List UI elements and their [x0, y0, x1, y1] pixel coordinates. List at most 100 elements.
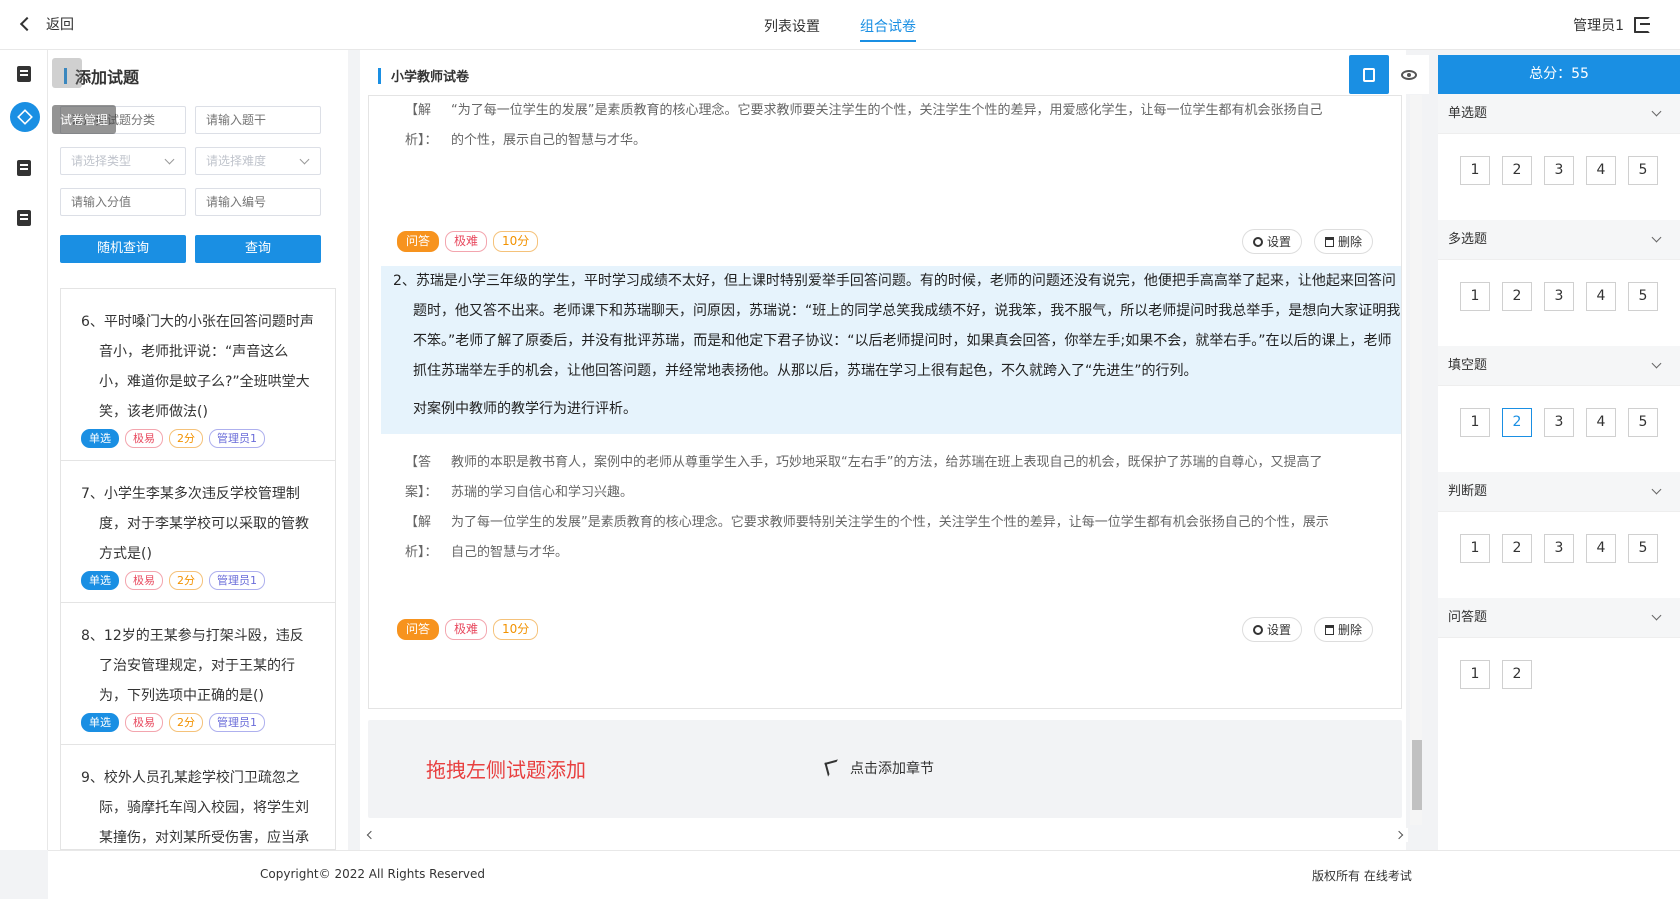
scroll-right-icon[interactable] — [1394, 830, 1404, 840]
card-actions: 设置 删除 — [1241, 229, 1373, 254]
rights-text: 版权所有 在线考试 — [1312, 869, 1412, 883]
random-query-button[interactable]: 随机查询 — [60, 235, 186, 263]
settings-button[interactable]: 设置 — [1241, 229, 1302, 254]
question-number[interactable]: 1 — [1460, 660, 1490, 689]
sidebar-item-questions[interactable] — [12, 62, 36, 86]
question-number[interactable]: 3 — [1544, 408, 1574, 437]
document-icon — [17, 66, 31, 82]
question-navigator: 总分：55 单选题 1 2 3 4 5 多选题 1 2 3 4 5 填空题 1 … — [1438, 55, 1680, 850]
section-fill-blank[interactable]: 填空题 — [1438, 346, 1680, 386]
query-button[interactable]: 查询 — [195, 235, 321, 263]
vertical-scroll-thumb[interactable] — [1412, 740, 1422, 810]
question-number[interactable]: 3 — [1544, 282, 1574, 311]
question-number[interactable]: 4 — [1586, 156, 1616, 185]
paper-content: 【解析】： “为了每一位学生的发展”是素质教育的核心理念。它要求教师要关注学生的… — [368, 95, 1402, 709]
number-grid: 1 2 3 4 5 — [1460, 408, 1658, 437]
question-number[interactable]: 1 — [1460, 534, 1490, 563]
back-button[interactable]: 返回 — [19, 14, 74, 34]
footer: Copyright© 2022 All Rights Reserved 版权所有… — [48, 850, 1680, 899]
question-tags: 单选 极易 2分 管理员1 — [81, 571, 315, 590]
stem-input[interactable] — [195, 106, 321, 134]
top-bar: 返回 列表设置 组合试卷 管理员1 — [0, 0, 1680, 50]
number-grid: 1 2 3 4 5 — [1460, 534, 1658, 563]
question-tags: 单选 极易 2分 管理员1 — [81, 713, 315, 732]
author-tag: 管理员1 — [209, 429, 265, 448]
type-select[interactable]: 请选择类型 — [60, 147, 186, 175]
list-item[interactable]: 6、平时嗓门大的小张在回答问题时声音小，老师批评说：“声音这么小，难道你是蚊子么… — [61, 289, 335, 461]
question-number[interactable]: 2 — [1502, 534, 1532, 563]
title-bar-accent — [378, 67, 381, 84]
scroll-left-icon[interactable] — [366, 830, 376, 840]
trash-icon — [1324, 236, 1334, 247]
number-input[interactable] — [195, 188, 321, 216]
question-number[interactable]: 2 — [1502, 282, 1532, 311]
card-footer: 问答 极难 10分 设置 删除 — [397, 229, 1373, 254]
question-number[interactable]: 3 — [1544, 534, 1574, 563]
user-menu[interactable]: 管理员1 — [1573, 15, 1650, 35]
tooltip-shadow — [52, 58, 82, 88]
paper-title: 小学教师试卷 — [378, 66, 469, 85]
question-number[interactable]: 1 — [1460, 408, 1490, 437]
score-tag: 2分 — [169, 429, 203, 448]
section-essay[interactable]: 问答题 — [1438, 598, 1680, 638]
difficulty-select[interactable]: 请选择难度 — [195, 147, 321, 175]
panel-title-text: 添加试题 — [75, 68, 140, 87]
tab-compose-paper[interactable]: 组合试卷 — [860, 0, 916, 50]
question-number[interactable]: 1 — [1460, 156, 1490, 185]
question-number[interactable]: 3 — [1544, 156, 1574, 185]
trash-icon — [1324, 624, 1334, 635]
gear-icon — [1252, 624, 1263, 635]
sidebar-tooltip: 试卷管理 — [52, 105, 117, 134]
sidebar-item-books[interactable] — [12, 156, 36, 180]
add-chapter-button[interactable]: 点击添加章节 — [824, 758, 934, 778]
horizontal-scrollbar[interactable] — [362, 828, 1408, 842]
delete-label: 删除 — [1337, 235, 1362, 249]
list-item[interactable]: 7、小学生李某多次违反学校管理制度，对于李某学校可以采取的管教方式是() 单选 … — [61, 461, 335, 603]
list-item[interactable]: 8、12岁的王某参与打架斗殴，违反了治安管理规定，对于王某的行为，下列选项中正确… — [61, 603, 335, 745]
difficulty-tag: 极易 — [125, 713, 163, 732]
sidebar-item-paper-management[interactable] — [10, 102, 40, 132]
analysis-text: 为了每一位学生的发展”是素质教育的核心理念。它要求教师要特别关注学生的个性，关注… — [451, 515, 1329, 560]
number-grid: 1 2 3 4 5 — [1460, 156, 1658, 185]
sidebar-item-exams[interactable] — [12, 206, 36, 230]
difficulty-tag: 极易 — [125, 429, 163, 448]
question-text: 9、校外人员孔某趁学校门卫疏忽之际，骑摩托车闯入校园，将学生刘某撞伤，对刘某所受… — [81, 770, 309, 846]
icon-sidebar — [0, 50, 48, 850]
question-number-selected[interactable]: 2 — [1502, 408, 1532, 437]
drop-zone[interactable]: 拖拽左侧试题添加 点击添加章节 — [368, 720, 1402, 818]
question-number[interactable]: 4 — [1586, 408, 1616, 437]
book-icon — [17, 160, 31, 176]
back-label: 返回 — [46, 17, 74, 33]
preview-button[interactable] — [1389, 55, 1429, 94]
list-item[interactable]: 9、校外人员孔某趁学校门卫疏忽之际，骑摩托车闯入校园，将学生刘某撞伤，对刘某所受… — [61, 745, 335, 849]
chevron-left-icon — [19, 16, 35, 32]
delete-button[interactable]: 删除 — [1313, 617, 1373, 642]
difficulty-tag: 极易 — [125, 571, 163, 590]
section-true-false[interactable]: 判断题 — [1438, 472, 1680, 512]
question-number[interactable]: 4 — [1586, 282, 1616, 311]
question-number[interactable]: 5 — [1628, 156, 1658, 185]
difficulty-tag: 极难 — [445, 619, 488, 640]
score-input[interactable] — [60, 188, 186, 216]
analysis-row: 【解析】： “为了每一位学生的发展”是素质教育的核心理念。它要求教师要关注学生的… — [381, 96, 1389, 156]
question-number[interactable]: 1 — [1460, 282, 1490, 311]
settings-button[interactable]: 设置 — [1241, 617, 1302, 642]
gear-icon — [1252, 236, 1263, 247]
question-number[interactable]: 2 — [1502, 156, 1532, 185]
vertical-scrollbar[interactable] — [1410, 95, 1422, 825]
tab-list-settings[interactable]: 列表设置 — [764, 0, 820, 50]
question-number[interactable]: 5 — [1628, 282, 1658, 311]
section-single-choice[interactable]: 单选题 — [1438, 94, 1680, 134]
question-number[interactable]: 5 — [1628, 534, 1658, 563]
card-actions: 设置 删除 — [1241, 617, 1373, 642]
question-number[interactable]: 2 — [1502, 660, 1532, 689]
question-number[interactable]: 4 — [1586, 534, 1616, 563]
logout-icon[interactable] — [1634, 17, 1650, 33]
score-tag: 10分 — [493, 231, 539, 252]
section-multi-choice[interactable]: 多选题 — [1438, 220, 1680, 260]
paper-title-text: 小学教师试卷 — [391, 70, 470, 85]
question-stem-highlight[interactable]: 2、苏瑞是小学三年级的学生，平时学习成绩不太好，但上课时特别爱举手回答问题。有的… — [381, 266, 1401, 434]
edit-paper-button[interactable] — [1349, 55, 1389, 94]
question-number[interactable]: 5 — [1628, 408, 1658, 437]
delete-button[interactable]: 删除 — [1313, 229, 1373, 254]
